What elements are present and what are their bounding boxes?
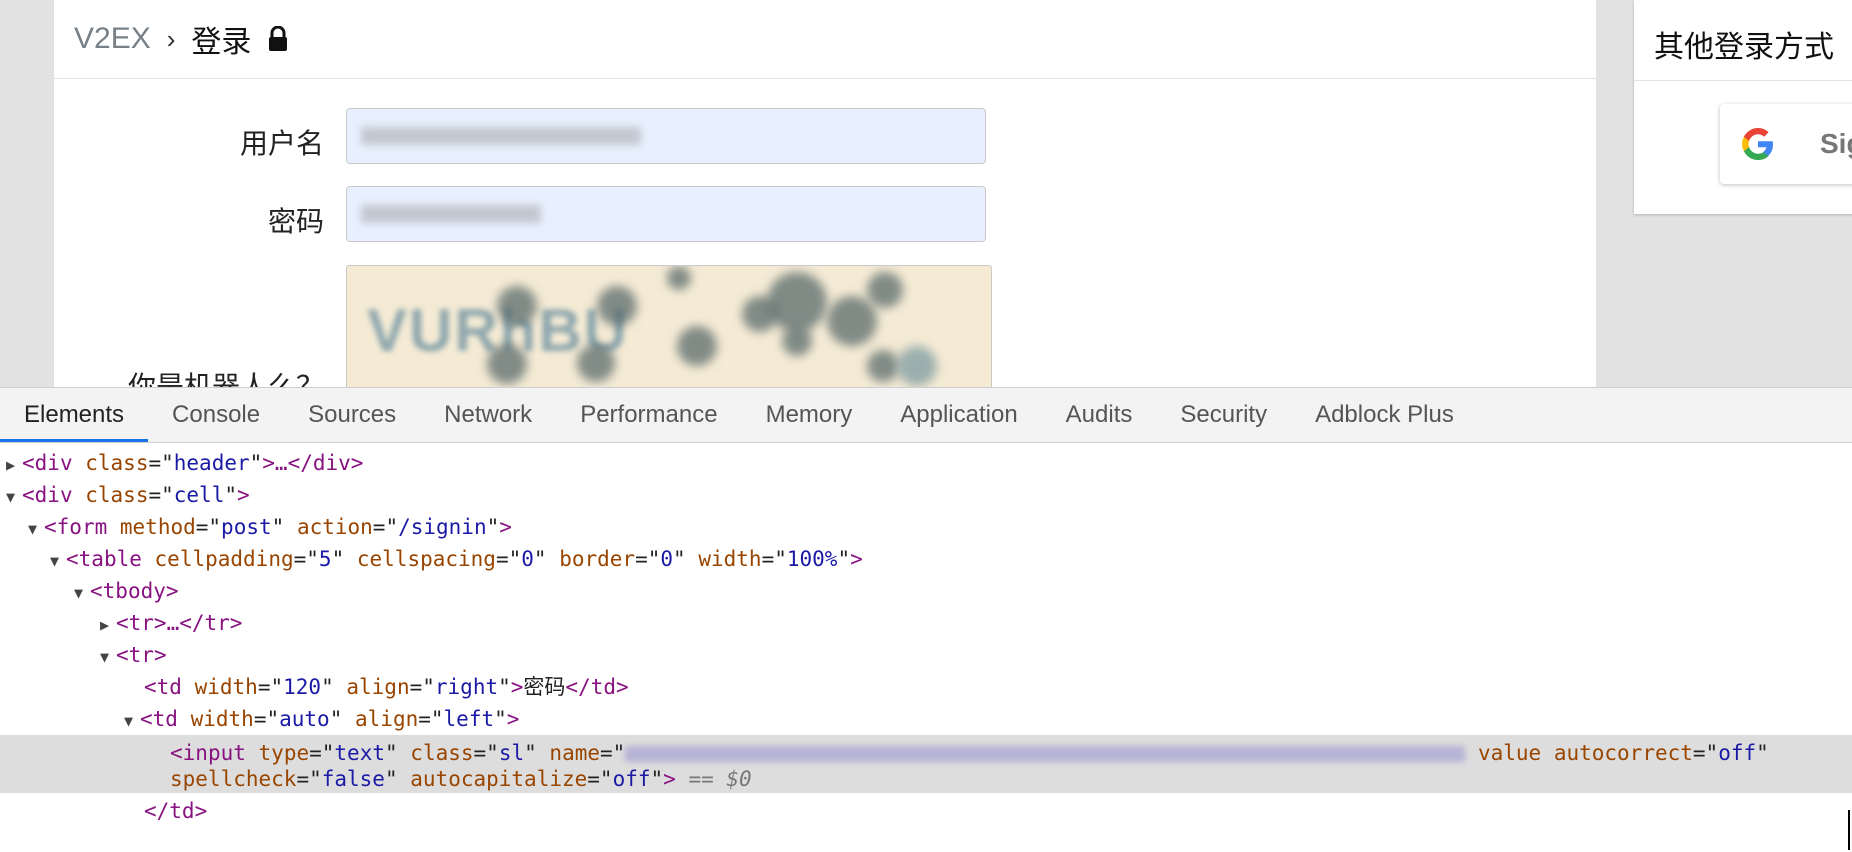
dom-node[interactable]: </td> (0, 795, 1852, 827)
username-input[interactable] (346, 108, 986, 164)
dom-node[interactable]: ▼ <form method="post" action="/signin"> (0, 511, 1852, 543)
captcha-image[interactable]: VURhBU (346, 265, 992, 387)
tab-elements[interactable]: Elements (0, 388, 149, 442)
tab-memory[interactable]: Memory (742, 388, 877, 442)
captcha-noise (667, 266, 691, 290)
captcha-noise (827, 296, 877, 346)
expanded-triangle-icon[interactable]: ▼ (28, 513, 44, 545)
dom-node[interactable]: ▼ <tbody> (0, 575, 1852, 607)
other-login-panel: 其他登录方式 Sig (1634, 0, 1852, 214)
expanded-triangle-icon[interactable]: ▼ (100, 641, 116, 673)
google-icon (1742, 128, 1773, 160)
captcha-noise (497, 286, 537, 326)
captcha-noise (897, 346, 937, 386)
captcha-noise (742, 296, 778, 332)
collapsed-triangle-icon[interactable]: ▶ (6, 449, 22, 481)
tab-performance[interactable]: Performance (556, 388, 741, 442)
dom-node[interactable]: ▶ <div class="header">…</div> (0, 447, 1852, 479)
divider (1634, 80, 1852, 81)
tab-sources[interactable]: Sources (284, 388, 420, 442)
password-label: 密码 (267, 206, 324, 237)
dom-node[interactable]: ▶ <tr>…</tr> (0, 607, 1852, 639)
captcha-noise (767, 272, 827, 332)
dom-node[interactable]: ▼ <tr> (0, 639, 1852, 671)
home-link[interactable]: V2EX (74, 22, 151, 56)
dom-node-selected-continued[interactable]: spellcheck="false" autocapitalize="off">… (0, 763, 1852, 795)
breadcrumb-separator: › (166, 23, 176, 54)
tab-console[interactable]: Console (148, 388, 284, 442)
google-signin-button[interactable]: Sig (1720, 104, 1852, 184)
signin-box: V2EX › 登录 用户名 密码 VURhBU 你是机器人么？ (54, 0, 1596, 387)
devtools-panel: Elements Console Sources Network Perform… (0, 387, 1852, 852)
dom-node[interactable]: ▼ <div class="cell"> (0, 479, 1852, 511)
text-cursor (1848, 810, 1850, 850)
captcha-noise (782, 326, 812, 356)
captcha-noise (577, 344, 615, 382)
dom-node[interactable]: ▼ <table cellpadding="5" cellspacing="0" … (0, 543, 1852, 575)
redacted-value (361, 127, 641, 145)
expanded-triangle-icon[interactable]: ▼ (6, 481, 22, 513)
page-viewport: V2EX › 登录 用户名 密码 VURhBU 你是机器人么？ 其他登录方式 S… (0, 0, 1852, 387)
username-label: 用户名 (239, 128, 324, 159)
expanded-triangle-icon[interactable]: ▼ (124, 705, 140, 737)
tab-application[interactable]: Application (876, 388, 1041, 442)
password-input[interactable] (346, 186, 986, 242)
tab-adblock-plus[interactable]: Adblock Plus (1291, 388, 1478, 442)
google-signin-label: Sig (1820, 128, 1852, 159)
breadcrumb: V2EX › 登录 (54, 0, 1596, 79)
captcha-noise (597, 286, 637, 326)
expanded-triangle-icon[interactable]: ▼ (50, 545, 66, 577)
tab-security[interactable]: Security (1156, 388, 1291, 442)
devtools-tabbar: Elements Console Sources Network Perform… (0, 388, 1852, 443)
dom-node[interactable]: <td width="120" align="right">密码</td> (0, 671, 1852, 703)
dom-node[interactable]: ▼ <td width="auto" align="left"> (0, 703, 1852, 735)
captcha-noise (867, 350, 899, 382)
expanded-triangle-icon[interactable]: ▼ (74, 577, 90, 609)
selected-marker: == $0 (688, 767, 752, 791)
captcha-noise (867, 272, 903, 308)
other-login-title: 其他登录方式 (1654, 31, 1834, 64)
captcha-noise (487, 344, 527, 384)
tab-audits[interactable]: Audits (1042, 388, 1157, 442)
tab-network[interactable]: Network (420, 388, 556, 442)
robot-label: 你是机器人么？ (127, 371, 324, 387)
collapsed-triangle-icon[interactable]: ▶ (100, 609, 116, 641)
redacted-value (361, 205, 541, 223)
lock-icon (269, 26, 288, 51)
page-title: 登录 (191, 26, 252, 59)
captcha-noise (677, 326, 717, 366)
redacted-name-value (625, 746, 1466, 762)
